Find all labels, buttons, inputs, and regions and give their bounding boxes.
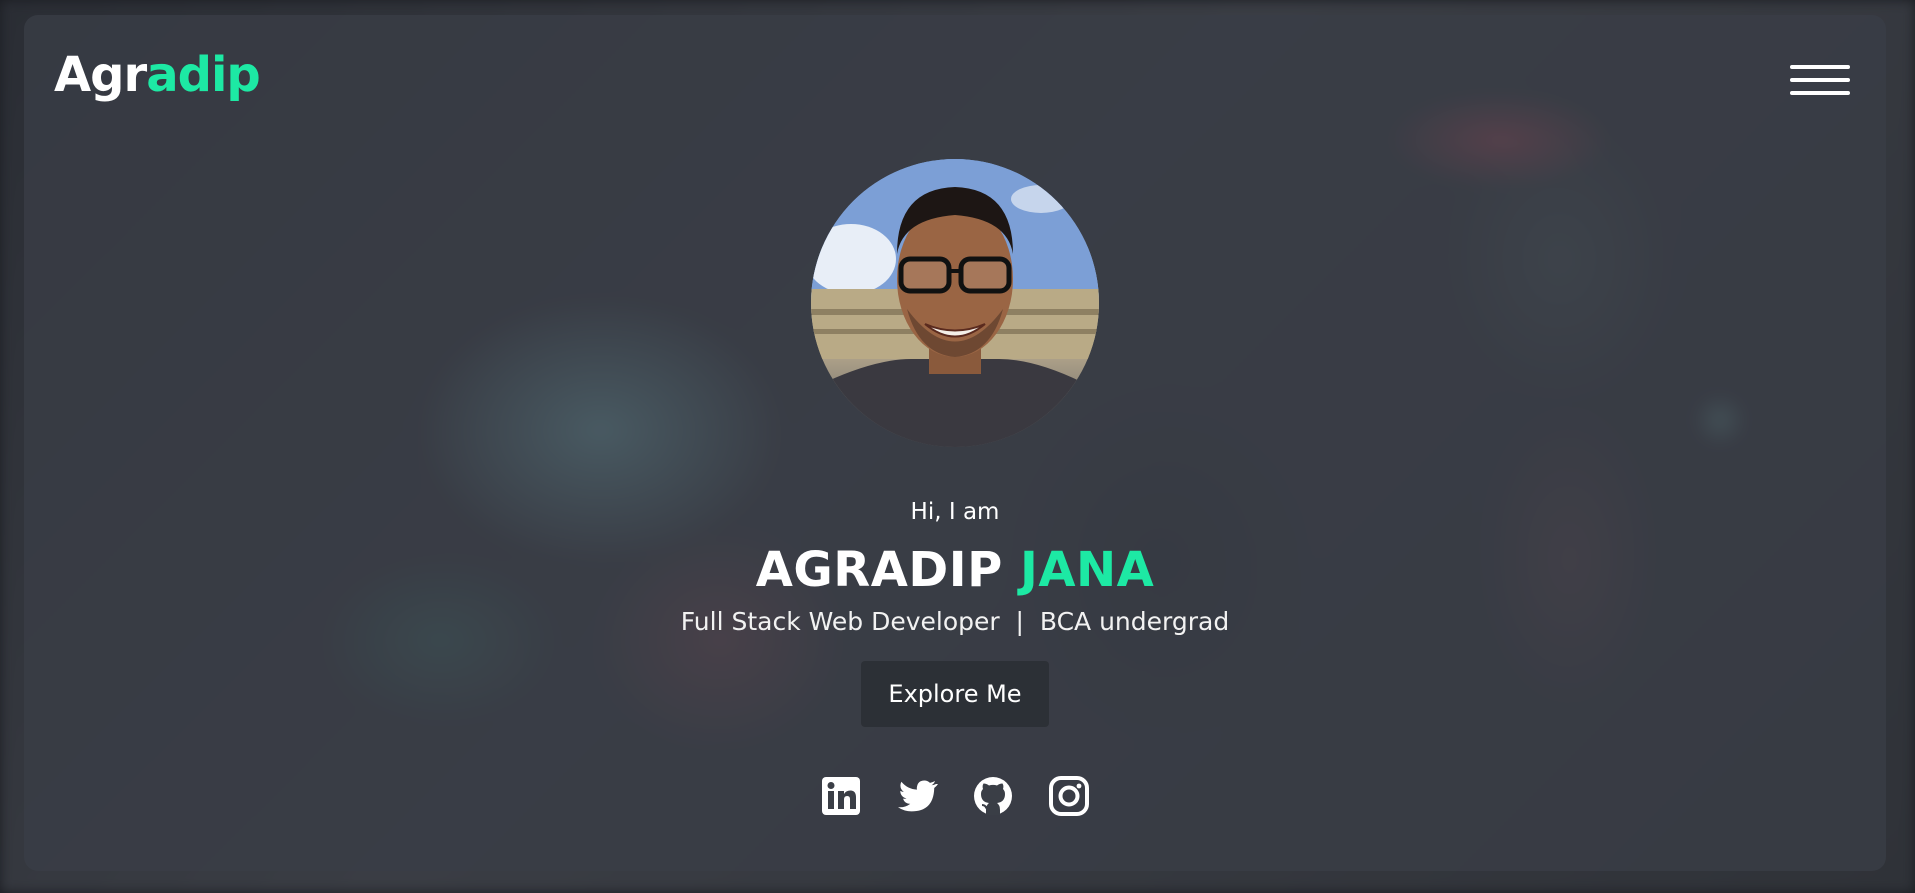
github-icon[interactable] xyxy=(972,775,1014,817)
logo-part-1: Agr xyxy=(54,47,147,103)
logo[interactable]: Agradip xyxy=(54,51,261,99)
menu-bar xyxy=(1790,91,1850,95)
profile-avatar xyxy=(811,159,1099,447)
menu-bar xyxy=(1790,78,1850,82)
tagline: Full Stack Web Developer | BCA undergrad xyxy=(680,607,1230,636)
hero-name: AGRADIP JANA xyxy=(24,542,1886,598)
last-name: JANA xyxy=(1019,542,1155,598)
explore-me-button[interactable]: Explore Me xyxy=(861,661,1049,727)
hamburger-menu-icon[interactable] xyxy=(1790,65,1850,97)
menu-bar xyxy=(1790,65,1850,69)
logo-part-2: adip xyxy=(146,47,261,103)
first-name: AGRADIP xyxy=(755,542,1003,598)
twitter-icon[interactable] xyxy=(896,775,938,817)
social-links xyxy=(24,775,1886,817)
instagram-icon[interactable] xyxy=(1048,775,1090,817)
hero-card: Agradip Hi, I am AGRADIP JANA Full Stack… xyxy=(24,15,1886,871)
linkedin-icon[interactable] xyxy=(820,775,862,817)
greeting-text: Hi, I am xyxy=(910,499,1000,525)
